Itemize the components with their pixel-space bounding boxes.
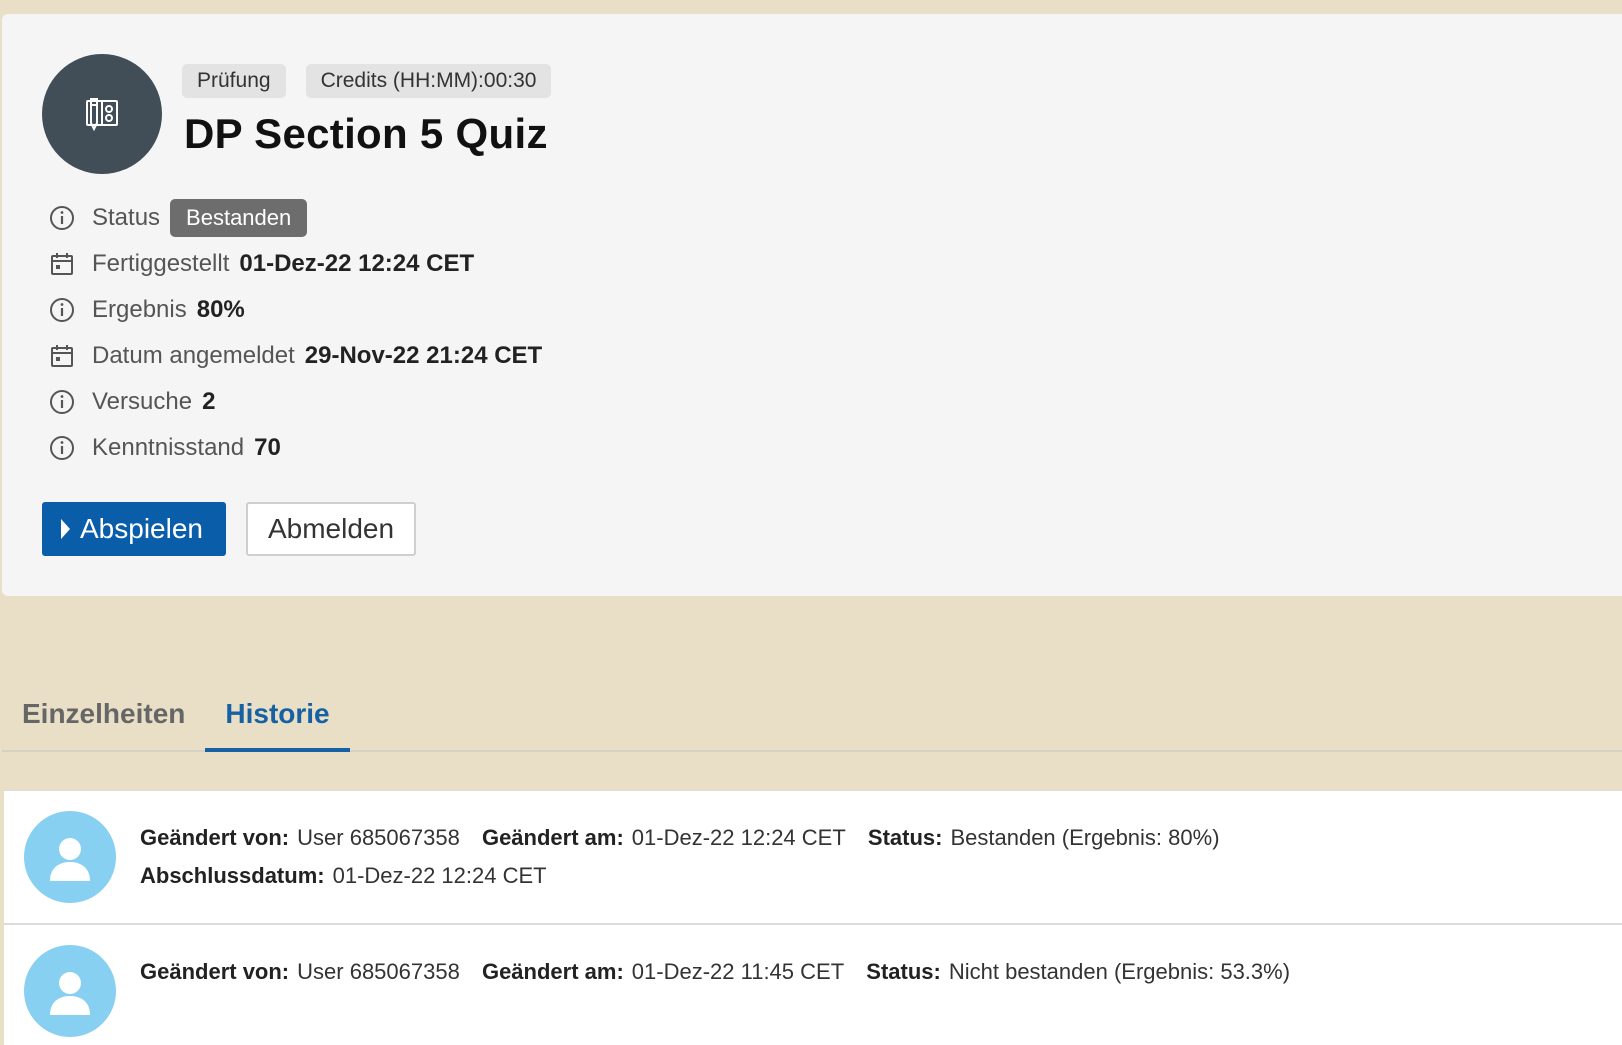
play-icon xyxy=(61,519,70,539)
play-button[interactable]: Abspielen xyxy=(42,502,226,556)
page-title: DP Section 5 Quiz xyxy=(184,110,548,157)
quiz-icon xyxy=(42,54,162,174)
completed-value: 01-Dez-22 12:24 CET xyxy=(239,250,475,277)
changed-by-label: Geändert von: xyxy=(140,959,290,984)
score-value: 80% xyxy=(196,296,245,323)
type-tag: Prüfung xyxy=(182,64,286,98)
meta-registered: Datum angemeldet 29-Nov-22 21:24 CET xyxy=(48,333,542,379)
changed-by-value: User 685067358 xyxy=(297,959,460,984)
calendar-icon xyxy=(48,250,76,278)
meta-knowledge: Kenntnisstand 70 xyxy=(48,425,542,471)
history-entry: Geändert von: User 685067358 Geändert am:… xyxy=(4,925,1622,1045)
course-tags: Prüfung Credits (HH:MM):00:30 xyxy=(182,64,552,98)
attempts-value: 2 xyxy=(202,388,216,415)
meta-score: Ergebnis 80% xyxy=(48,287,542,333)
entry-status-label: Status: xyxy=(867,825,943,850)
status-label: Status xyxy=(92,204,161,231)
tab-history[interactable]: Historie xyxy=(205,670,350,752)
course-meta-list: Status Bestanden Fertiggestellt 01-Dez-2… xyxy=(48,195,542,471)
status-badge: Bestanden xyxy=(170,199,308,237)
calendar-icon xyxy=(48,342,76,370)
info-icon xyxy=(48,204,76,232)
course-detail-card: Prüfung Credits (HH:MM):00:30 DP Section… xyxy=(2,14,1622,596)
score-label: Ergebnis xyxy=(92,296,187,323)
tab-details[interactable]: Einzelheiten xyxy=(2,670,205,750)
changed-at-value: 01-Dez-22 12:24 CET xyxy=(631,825,846,850)
meta-completed: Fertiggestellt 01-Dez-22 12:24 CET xyxy=(48,241,542,287)
user-icon xyxy=(50,838,90,881)
info-icon xyxy=(48,388,76,416)
course-actions: Abspielen Abmelden xyxy=(42,502,417,556)
completed-label: Fertiggestellt xyxy=(92,250,230,277)
play-button-label: Abspielen xyxy=(80,513,203,544)
avatar xyxy=(24,945,116,1037)
info-icon xyxy=(48,296,76,324)
unregister-button[interactable]: Abmelden xyxy=(245,502,417,556)
registered-value: 29-Nov-22 21:24 CET xyxy=(304,342,543,369)
entry-status-value: Nicht bestanden (Ergebnis: 53.3%) xyxy=(948,959,1291,984)
entry-status-label: Status: xyxy=(866,959,941,984)
history-list: Geändert von: User 685067358 Geändert am:… xyxy=(4,790,1622,1045)
knowledge-value: 70 xyxy=(254,434,281,461)
history-entry-text: Geändert von: User 685067358 Geändert am:… xyxy=(140,819,1236,895)
avatar xyxy=(24,811,116,903)
completion-date-value: 01-Dez-22 12:24 CET xyxy=(332,863,547,888)
meta-status: Status Bestanden xyxy=(48,195,542,241)
user-icon xyxy=(50,972,90,1015)
changed-at-label: Geändert am: xyxy=(481,959,624,984)
meta-attempts: Versuche 2 xyxy=(48,379,542,425)
credits-tag: Credits (HH:MM):00:30 xyxy=(305,64,552,98)
tab-bar: Einzelheiten Historie xyxy=(2,670,1622,752)
entry-status-value: Bestanden (Ergebnis: 80%) xyxy=(950,825,1220,850)
knowledge-label: Kenntnisstand xyxy=(92,434,245,461)
changed-at-label: Geändert am: xyxy=(481,825,624,850)
history-entry: Geändert von: User 685067358 Geändert am:… xyxy=(4,791,1622,925)
history-entry-text: Geändert von: User 685067358 Geändert am:… xyxy=(140,953,1306,991)
registered-label: Datum angemeldet xyxy=(92,342,295,369)
changed-by-label: Geändert von: xyxy=(140,825,290,850)
info-icon xyxy=(48,434,76,462)
changed-by-value: User 685067358 xyxy=(297,825,460,850)
changed-at-value: 01-Dez-22 11:45 CET xyxy=(631,959,845,984)
completion-date-label: Abschlussdatum: xyxy=(140,863,325,888)
attempts-label: Versuche xyxy=(92,388,193,415)
